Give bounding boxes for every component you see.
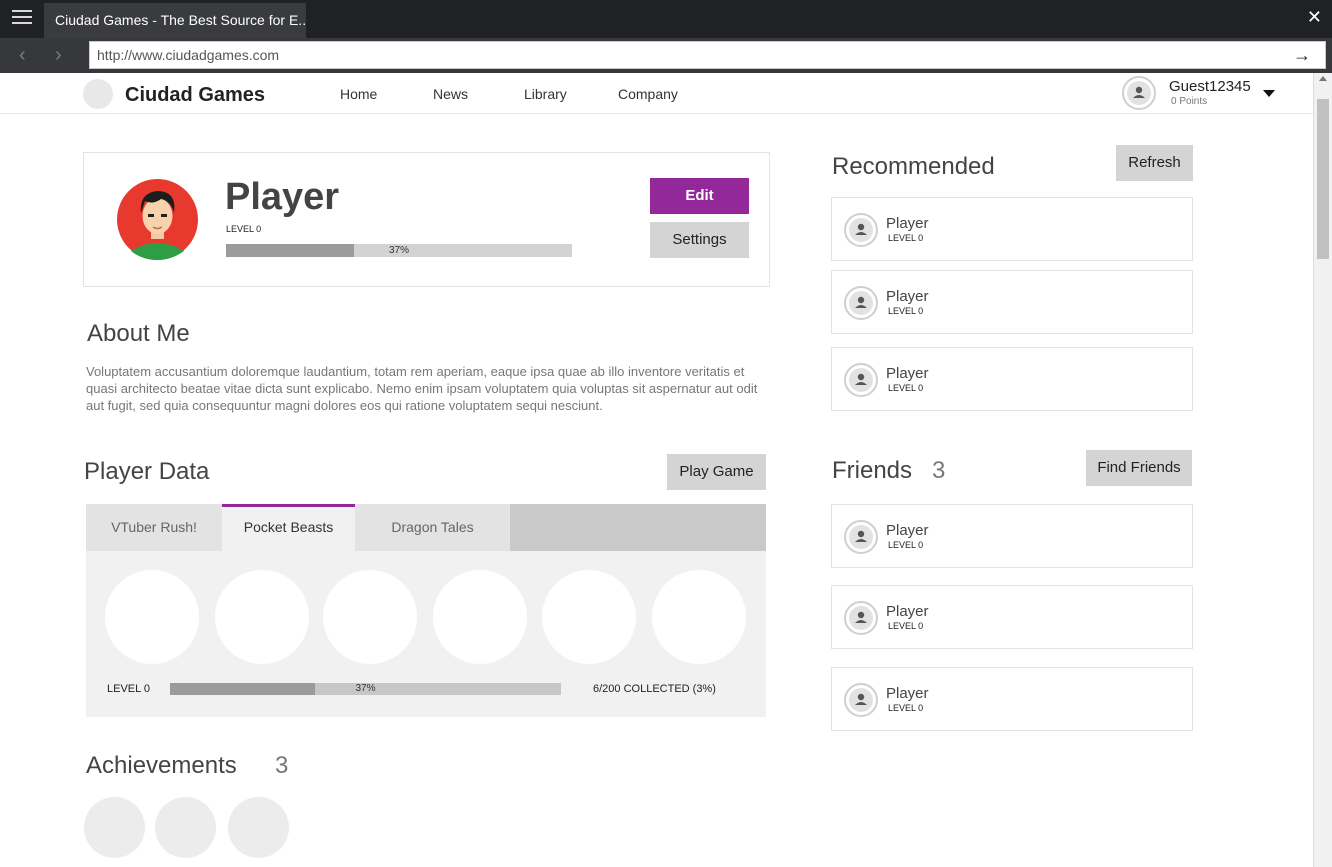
tab-vtuber-rush[interactable]: VTuber Rush! [86, 504, 222, 551]
achievement-badge[interactable] [84, 797, 145, 858]
user-name[interactable]: Guest12345 [1169, 78, 1251, 95]
game-progress-bar: 37% [170, 683, 561, 695]
achievement-badge[interactable] [155, 797, 216, 858]
nav-news[interactable]: News [433, 86, 468, 102]
user-avatar-icon [844, 363, 878, 397]
nav-library[interactable]: Library [524, 86, 567, 102]
brand-name[interactable]: Ciudad Games [125, 84, 265, 107]
browser-tab[interactable]: Ciudad Games - The Best Source for E... [44, 3, 306, 38]
url-input[interactable]: http://www.ciudadgames.com → [89, 41, 1326, 69]
beast-slot[interactable] [542, 570, 636, 664]
friend-player-card[interactable]: Player LEVEL 0 [831, 504, 1193, 568]
settings-button[interactable]: Settings [650, 222, 749, 258]
about-text: Voluptatem accusantium doloremque laudan… [86, 364, 758, 413]
recommended-player-card[interactable]: Player LEVEL 0 [831, 347, 1193, 411]
user-avatar-icon [844, 286, 878, 320]
browser-tab-bar: Ciudad Games - The Best Source for E... … [0, 0, 1332, 38]
player-name: Player [886, 215, 929, 232]
url-text: http://www.ciudadgames.com [97, 47, 280, 63]
achievements-count: 3 [275, 752, 289, 779]
play-game-button[interactable]: Play Game [667, 454, 766, 490]
address-bar: ‹ › http://www.ciudadgames.com → [0, 38, 1332, 73]
game-level: LEVEL 0 [107, 683, 151, 695]
recommended-title: Recommended [832, 153, 995, 180]
game-tabs: VTuber Rush! Pocket Beasts Dragon Tales [86, 504, 766, 551]
player-name: Player [886, 365, 929, 382]
user-avatar-icon [844, 683, 878, 717]
scrollbar-thumb[interactable] [1317, 99, 1329, 259]
achievement-badge[interactable] [228, 797, 289, 858]
page-viewport: Ciudad Games Home News Library Company G… [0, 73, 1313, 867]
profile-level: LEVEL 0 [226, 224, 262, 234]
chevron-down-icon[interactable] [1263, 90, 1275, 97]
player-data-title: Player Data [84, 458, 210, 485]
achievements-title: Achievements [86, 752, 237, 779]
tab-pocket-beasts[interactable]: Pocket Beasts [222, 504, 355, 551]
player-name: Player [886, 685, 929, 702]
player-level: LEVEL 0 [888, 540, 924, 550]
player-level: LEVEL 0 [888, 383, 924, 393]
nav-company[interactable]: Company [618, 86, 678, 102]
beast-slot[interactable] [215, 570, 309, 664]
profile-card: Player LEVEL 0 37% Edit Settings [83, 152, 770, 287]
go-arrow-icon[interactable]: → [1293, 46, 1311, 64]
close-icon[interactable]: ✕ [1307, 8, 1322, 26]
user-points: 0 Points [1171, 96, 1208, 107]
profile-progress-bar: 37% [226, 244, 572, 257]
beast-slot[interactable] [433, 570, 527, 664]
user-avatar-icon [844, 520, 878, 554]
hamburger-menu-icon[interactable] [12, 10, 32, 26]
player-name: Player [886, 603, 929, 620]
friends-count: 3 [932, 457, 946, 484]
profile-avatar[interactable] [117, 179, 198, 260]
recommended-player-card[interactable]: Player LEVEL 0 [831, 270, 1193, 334]
user-avatar-icon[interactable] [1122, 76, 1156, 110]
find-friends-button[interactable]: Find Friends [1086, 450, 1192, 486]
scroll-up-icon[interactable] [1319, 76, 1327, 81]
tab-dragon-tales[interactable]: Dragon Tales [355, 504, 510, 551]
friend-player-card[interactable]: Player LEVEL 0 [831, 667, 1193, 731]
player-name: Player [886, 522, 929, 539]
forward-arrow-icon[interactable]: › [55, 45, 62, 65]
user-avatar-icon [844, 213, 878, 247]
nav-home[interactable]: Home [340, 86, 377, 102]
recommended-player-card[interactable]: Player LEVEL 0 [831, 197, 1193, 261]
friends-title: Friends [832, 457, 913, 484]
refresh-button[interactable]: Refresh [1116, 145, 1193, 181]
player-level: LEVEL 0 [888, 233, 924, 243]
beast-slot[interactable] [105, 570, 199, 664]
site-header: Ciudad Games Home News Library Company G… [0, 73, 1313, 114]
tab-panel: LEVEL 0 37% 6/200 COLLECTED (3%) [86, 551, 766, 717]
page-scrollbar[interactable] [1313, 73, 1332, 867]
logo-icon[interactable] [83, 79, 113, 109]
beast-slot[interactable] [652, 570, 746, 664]
player-level: LEVEL 0 [888, 621, 924, 631]
about-title: About Me [87, 320, 190, 347]
edit-button[interactable]: Edit [650, 178, 749, 214]
profile-player-name: Player [225, 176, 340, 218]
player-level: LEVEL 0 [888, 306, 924, 316]
user-avatar-icon [844, 601, 878, 635]
profile-progress-label: 37% [388, 245, 409, 256]
player-level: LEVEL 0 [888, 703, 924, 713]
collected-count: 6/200 COLLECTED (3%) [593, 683, 716, 695]
game-progress-label: 37% [355, 683, 376, 694]
friend-player-card[interactable]: Player LEVEL 0 [831, 585, 1193, 649]
beast-slot[interactable] [323, 570, 417, 664]
player-name: Player [886, 288, 929, 305]
back-arrow-icon[interactable]: ‹ [19, 45, 26, 65]
